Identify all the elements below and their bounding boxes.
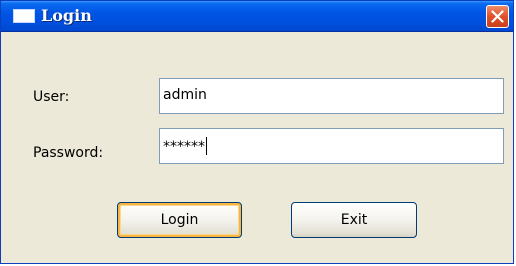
close-icon [491, 10, 504, 23]
close-button[interactable] [486, 5, 509, 28]
text-caret [206, 137, 207, 155]
exit-button[interactable]: Exit [291, 202, 417, 238]
title-bar[interactable]: Login [1, 1, 513, 32]
window-title: Login [41, 6, 92, 25]
user-input[interactable]: admin [159, 78, 504, 114]
login-dialog: Login User: admin Password: ****** Login… [0, 0, 514, 264]
user-label: User: [33, 89, 70, 105]
user-input-value: admin [163, 87, 207, 103]
password-label: Password: [33, 145, 104, 161]
login-button[interactable]: Login [117, 202, 242, 238]
window-icon [13, 9, 35, 23]
password-input[interactable]: ****** [159, 128, 504, 164]
password-input-value: ****** [163, 139, 205, 155]
